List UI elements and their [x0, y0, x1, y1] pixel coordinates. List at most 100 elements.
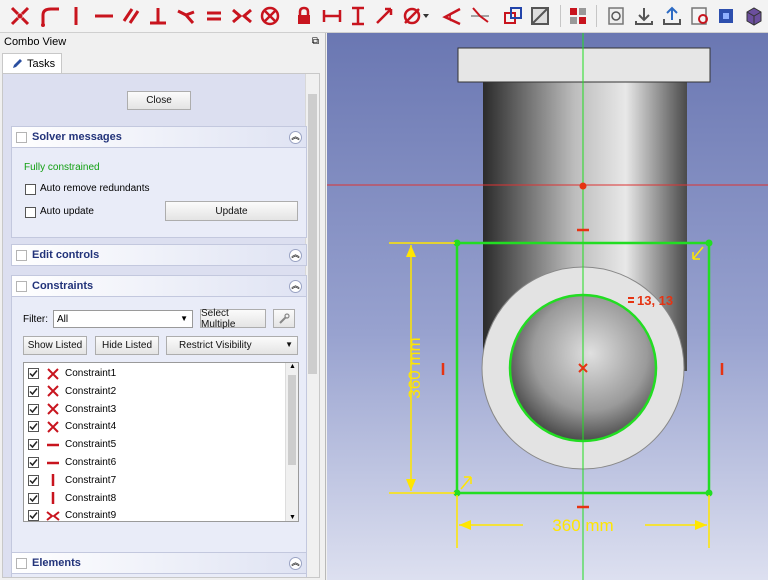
auto-remove-redundants-checkbox[interactable] [25, 184, 36, 195]
tangent-icon[interactable] [174, 4, 198, 28]
vertical-distance-icon[interactable] [346, 4, 370, 28]
constraints-list: Constraint1 Constraint2 Constraint3 Constra… [23, 362, 299, 522]
constraint-list-item[interactable]: Constraint3 [24, 401, 284, 418]
section-icon[interactable] [714, 4, 738, 28]
toggle-construction-icon[interactable] [501, 4, 525, 28]
filter-label: Filter: [23, 314, 48, 325]
show-listed-button[interactable]: Show Listed [23, 336, 87, 355]
tab-tasks[interactable]: Tasks [2, 53, 62, 73]
coincident-constraint-icon [45, 367, 61, 381]
horizontal-constraint-icon [45, 438, 61, 452]
panel-icon [16, 249, 27, 261]
collapse-icon[interactable]: ︽ [289, 280, 302, 293]
horizontal-constraint-icon [45, 456, 61, 470]
constraint-list-item[interactable]: Constraint9 [24, 507, 284, 522]
constraints-header[interactable]: Constraints ︽ [11, 275, 307, 297]
update-button[interactable]: Update [165, 201, 298, 221]
constraint-checkbox[interactable] [28, 385, 39, 397]
auto-remove-redundants-label: Auto remove redundants [40, 183, 150, 194]
edit-controls-title: Edit controls [32, 249, 100, 261]
combo-view: Combo View ⧉ Tasks Close Solver messages… [0, 33, 326, 580]
vertical-constraint-icon [45, 473, 61, 487]
constraint-name: Constraint2 [65, 385, 117, 397]
3d-viewport[interactable]: 13, 13 360 mm 360 mm [327, 33, 768, 580]
restrict-visibility-button[interactable]: Restrict Visibility ▼ [166, 336, 298, 355]
vertical-dimension-label[interactable]: 360 mm [405, 337, 424, 398]
float-window-icon[interactable]: ⧉ [312, 36, 319, 47]
solver-messages-header[interactable]: Solver messages ︽ [11, 126, 307, 148]
coincident-icon[interactable] [8, 4, 32, 28]
perpendicular-icon[interactable] [146, 4, 170, 28]
dimension-arrow [406, 479, 416, 491]
validate-sketch-icon[interactable] [566, 4, 590, 28]
filter-value: All [57, 313, 69, 325]
solver-status: Fully constrained [24, 162, 100, 173]
symmetric-icon[interactable] [230, 4, 254, 28]
auto-update-checkbox[interactable] [25, 207, 36, 218]
close-button[interactable]: Close [127, 91, 191, 110]
angle-icon[interactable] [440, 4, 464, 28]
constraint-checkbox[interactable] [28, 421, 39, 433]
filter-select[interactable]: All ▼ [53, 310, 193, 328]
point-on-object-icon[interactable] [38, 4, 62, 28]
horizontal-distance-icon[interactable] [320, 4, 344, 28]
constraints-list-scrollbar[interactable]: ▲ ▼ [285, 363, 298, 521]
constraint-list-item[interactable]: Constraint8 [24, 490, 284, 507]
toggle-driving-icon[interactable] [528, 4, 552, 28]
coincident-constraint-icon [45, 402, 61, 416]
constraint-checkbox[interactable] [28, 474, 39, 486]
horizontal-dimension-label[interactable]: 360 mm [552, 516, 613, 535]
select-multiple-button[interactable]: Select Multiple [200, 308, 266, 330]
collapse-icon[interactable]: ︽ [289, 131, 302, 144]
collapse-icon[interactable]: ︽ [289, 557, 302, 570]
constraint-name: Constraint3 [65, 403, 117, 415]
edit-controls-header[interactable]: Edit controls ︽ [11, 244, 307, 266]
collapse-icon[interactable]: ︽ [289, 249, 302, 262]
panel-icon [16, 557, 27, 569]
constraint-checkbox[interactable] [28, 368, 39, 379]
constraint-checkbox[interactable] [28, 510, 39, 521]
corner-point[interactable] [705, 239, 713, 247]
auto-update-label: Auto update [40, 206, 94, 217]
sketch-canvas[interactable]: 13, 13 360 mm 360 mm [327, 33, 768, 580]
vertical-icon[interactable] [64, 4, 88, 28]
constraint-list-item[interactable]: Constraint1 [24, 365, 284, 382]
settings-button[interactable] [273, 309, 295, 328]
hide-listed-button[interactable]: Hide Listed [95, 336, 159, 355]
view-cube-icon[interactable] [742, 4, 766, 28]
equal-constraint-label: 13, 13 [637, 293, 673, 308]
constraint-checkbox[interactable] [28, 439, 39, 451]
pencil-icon [13, 58, 22, 68]
elements-header[interactable]: Elements ︽ [11, 552, 307, 574]
block-icon[interactable] [258, 4, 282, 28]
lock-icon[interactable] [292, 4, 316, 28]
constraint-checkbox[interactable] [28, 403, 39, 415]
horizontal-icon[interactable] [92, 4, 116, 28]
wrench-icon [279, 312, 290, 324]
constraint-list-item[interactable]: Constraint5 [24, 436, 284, 453]
constraint-list-item[interactable]: Constraint2 [24, 383, 284, 400]
symmetric-constraint-icon [45, 509, 61, 521]
constraint-name: Constraint7 [65, 474, 117, 486]
diameter-dropdown-icon[interactable] [420, 4, 432, 28]
constraint-list-item[interactable]: Constraint4 [24, 418, 284, 435]
parallel-icon[interactable] [119, 4, 143, 28]
dimension-arrow [459, 520, 471, 530]
tasks-scrollbar[interactable] [305, 74, 319, 577]
constraint-list-item[interactable]: Constraint6 [24, 454, 284, 471]
reorient-icon[interactable] [604, 4, 628, 28]
distance-icon[interactable] [372, 4, 396, 28]
constraint-name: Constraint9 [65, 510, 117, 522]
snell-law-icon[interactable] [468, 4, 492, 28]
equal-icon[interactable] [202, 4, 226, 28]
vertical-constraint-icon [45, 491, 61, 505]
elements-title: Elements [32, 557, 81, 569]
view-sketch-icon[interactable] [688, 4, 712, 28]
constraint-checkbox[interactable] [28, 492, 39, 504]
constraint-name: Constraint4 [65, 421, 117, 433]
constraint-name: Constraint5 [65, 439, 117, 451]
close-shape-icon[interactable] [632, 4, 656, 28]
leave-sketch-icon[interactable] [660, 4, 684, 28]
constraint-checkbox[interactable] [28, 457, 39, 468]
constraint-list-item[interactable]: Constraint7 [24, 472, 284, 489]
